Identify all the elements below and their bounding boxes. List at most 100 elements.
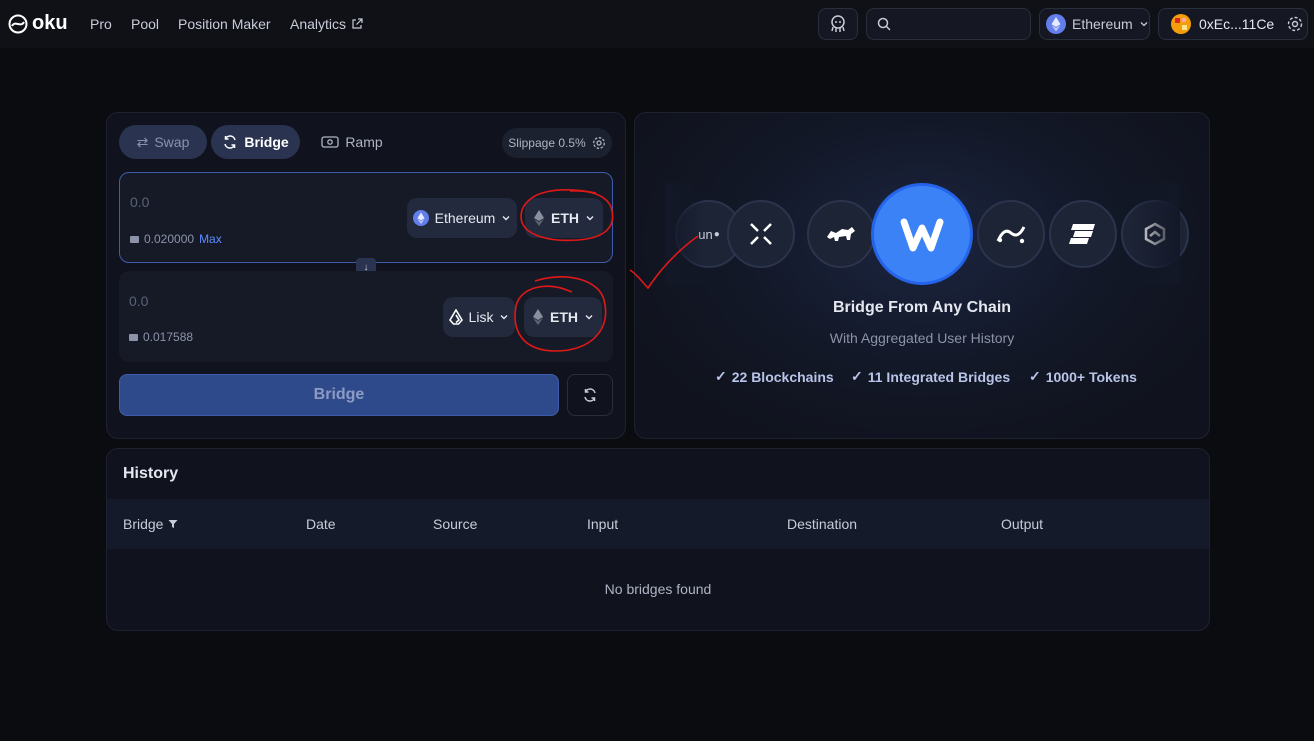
- mascot-button[interactable]: [818, 8, 858, 40]
- arc-bridge-icon: [996, 226, 1026, 244]
- wallet-icon: [129, 333, 138, 341]
- history-table-header: Bridge Date Source Input Destination Out…: [107, 499, 1209, 549]
- to-chain-selector[interactable]: Lisk: [443, 297, 515, 337]
- network-name: Ethereum: [1072, 16, 1133, 32]
- nav-link-analytics-label: Analytics: [290, 16, 347, 32]
- refresh-icon: [584, 388, 596, 402]
- feature-tokens: ✓ 1000+ Tokens: [1029, 368, 1137, 385]
- ethereum-icon: [412, 210, 429, 226]
- bridge-logo-strip: un ●: [665, 183, 1189, 285]
- brand-logo-synapse: [1049, 200, 1117, 268]
- to-chain-name: Lisk: [468, 309, 494, 325]
- eth-token-icon: [533, 309, 543, 325]
- filter-icon[interactable]: [168, 519, 178, 529]
- feature-tokens-label: 1000+ Tokens: [1045, 368, 1137, 385]
- chevron-down-icon: [1140, 22, 1148, 27]
- history-empty-message: No bridges found: [604, 581, 712, 597]
- slippage-label: Slippage 0.5%: [508, 136, 586, 150]
- brand-logo-across: [727, 200, 795, 268]
- wallet-button[interactable]: 0xEc...11Ce: [1158, 8, 1308, 40]
- to-token-name: ETH: [550, 309, 578, 325]
- column-bridge[interactable]: Bridge: [123, 516, 178, 532]
- logo-strip-fade-right: [1130, 183, 1180, 285]
- across-icon: [750, 223, 772, 245]
- tab-ramp-label: Ramp: [345, 134, 383, 150]
- refresh-cycle-icon: [224, 135, 237, 149]
- column-input: Input: [587, 516, 619, 532]
- to-panel: 0.0 0.017588 Lisk ETH: [119, 271, 613, 362]
- from-token-name: ETH: [551, 210, 579, 226]
- from-chain-selector[interactable]: Ethereum: [407, 198, 517, 238]
- from-token-selector[interactable]: ETH: [525, 198, 603, 238]
- tab-swap[interactable]: ⇄ Swap: [119, 125, 207, 159]
- chevron-down-icon: [502, 216, 510, 221]
- from-panel: 0.0 0.020000 Max Ethereum ETH: [119, 172, 613, 263]
- eth-token-icon: [534, 210, 544, 226]
- gear-icon[interactable]: [1286, 15, 1304, 33]
- feature-blockchains-label: 22 Blockchains: [731, 368, 834, 385]
- nav-link-position-maker[interactable]: Position Maker: [178, 16, 271, 32]
- check-icon: ✓: [1029, 368, 1041, 384]
- tab-ramp[interactable]: Ramp: [314, 125, 390, 159]
- brand-logo-bull: [807, 200, 875, 268]
- column-output: Output: [1001, 516, 1044, 532]
- network-selector[interactable]: Ethereum: [1039, 8, 1150, 40]
- tab-bridge-label: Bridge: [244, 134, 289, 150]
- history-title: History: [123, 465, 179, 482]
- lisk-icon: [448, 309, 463, 325]
- feature-bridges: ✓ 11 Integrated Bridges: [851, 368, 1010, 385]
- search-input[interactable]: [866, 8, 1031, 40]
- octopus-icon: [831, 15, 845, 32]
- chevron-down-icon: [500, 315, 508, 320]
- feature-bridges-label: 11 Integrated Bridges: [867, 368, 1011, 385]
- logo-strip-fade-left: [665, 183, 705, 285]
- promo-card: un ● Bridge From Any Chain With Aggregat…: [634, 112, 1210, 439]
- external-link-icon: [352, 18, 363, 29]
- to-amount-output: 0.0: [129, 293, 149, 309]
- column-bridge-label: Bridge: [123, 516, 164, 532]
- to-balance-value: 0.017588: [143, 330, 194, 344]
- stacked-bars-icon: [1069, 224, 1095, 244]
- check-icon: ✓: [715, 368, 727, 384]
- refresh-button[interactable]: [567, 374, 613, 416]
- nav-link-pool[interactable]: Pool: [131, 16, 159, 32]
- to-balance: 0.017588: [129, 330, 193, 344]
- chevron-down-icon: [585, 315, 593, 320]
- from-amount-input[interactable]: 0.0: [130, 194, 149, 210]
- bridge-submit-button[interactable]: Bridge: [119, 374, 559, 416]
- slippage-button[interactable]: Slippage 0.5%: [502, 128, 612, 158]
- tab-bridge[interactable]: Bridge: [211, 125, 300, 159]
- bull-icon: [827, 227, 855, 241]
- nav-link-pro[interactable]: Pro: [90, 16, 112, 32]
- check-icon: ✓: [851, 368, 863, 384]
- history-card: History Bridge Date Source Input Destina…: [106, 448, 1210, 631]
- wallet-icon: [130, 235, 139, 243]
- search-icon: [877, 17, 891, 31]
- top-navbar: oku Pro Pool Position Maker Analytics Et…: [0, 0, 1314, 48]
- oku-logo[interactable]: oku: [8, 12, 68, 35]
- gear-icon: [592, 137, 605, 149]
- from-balance-value: 0.020000: [144, 232, 195, 246]
- from-chain-name: Ethereum: [434, 210, 496, 226]
- w-logo-icon: [900, 218, 944, 252]
- column-source: Source: [433, 516, 478, 532]
- promo-title: Bridge From Any Chain: [832, 299, 1012, 316]
- to-token-selector[interactable]: ETH: [524, 297, 602, 337]
- nav-link-analytics[interactable]: Analytics: [290, 16, 363, 32]
- wallet-address: 0xEc...11Ce: [1199, 16, 1275, 32]
- max-button[interactable]: Max: [199, 232, 222, 246]
- wallet-avatar: [1171, 14, 1191, 34]
- from-balance: 0.020000 Max: [130, 232, 222, 246]
- column-date: Date: [306, 516, 336, 532]
- tab-swap-label: Swap: [154, 134, 190, 150]
- oku-logo-icon: [8, 14, 28, 33]
- feature-blockchains: ✓ 22 Blockchains: [715, 368, 834, 385]
- promo-subtitle: With Aggregated User History: [829, 330, 1015, 346]
- ethereum-icon: [1046, 14, 1066, 34]
- brand-logo-wormhole: [871, 183, 973, 285]
- logo-text: oku: [32, 12, 68, 34]
- cash-icon: [321, 136, 339, 148]
- chevron-down-icon: [586, 216, 594, 221]
- column-destination: Destination: [787, 516, 858, 532]
- brand-logo-stargate: [977, 200, 1045, 268]
